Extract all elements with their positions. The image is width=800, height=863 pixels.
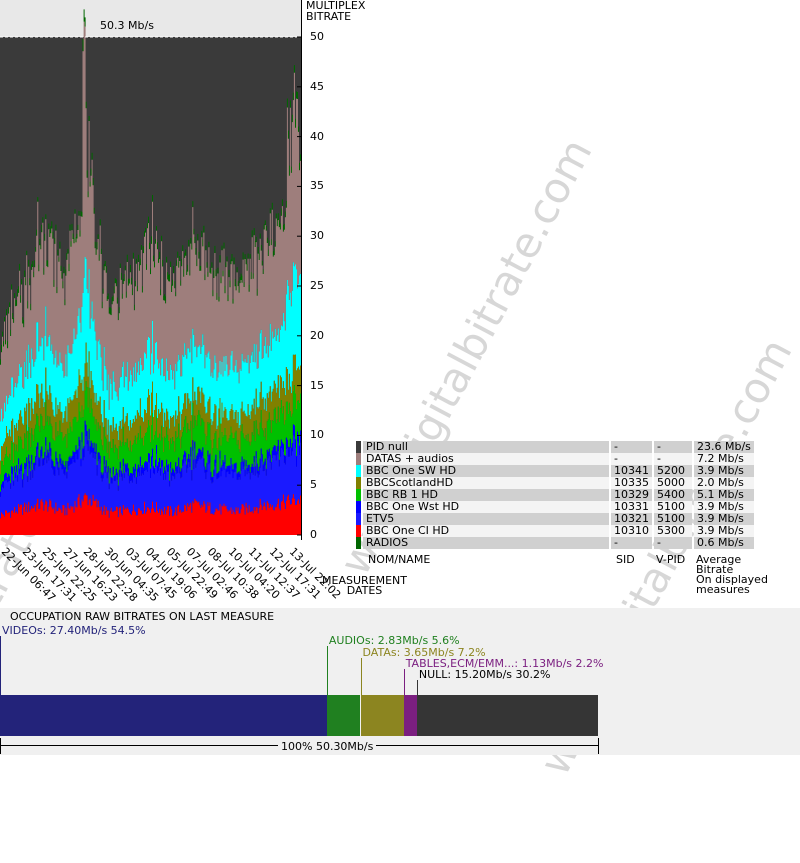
x-axis-title: MEASUREMENT DATES — [322, 575, 407, 597]
legend-swatch — [356, 477, 361, 489]
occupation-segment-datas — [360, 695, 404, 736]
y-axis-title: MULTIPLEX BITRATE — [306, 0, 365, 22]
occupation-segment-tables — [403, 695, 417, 736]
y-tick-label: 10 — [310, 428, 324, 442]
occupation-total-left-tick — [0, 738, 1, 754]
legend-header-vpid: V-PID — [656, 553, 686, 566]
occupation-segment-null — [416, 695, 598, 736]
legend-swatch — [356, 489, 361, 501]
occupation-total-right-tick — [598, 738, 599, 754]
legend-row: BBC One CI HD 10310 5300 3.9 Mb/s — [356, 525, 754, 537]
y-tick-label: 15 — [310, 378, 324, 392]
occupation-leader-null — [416, 680, 418, 695]
occupation-leader-audios — [326, 646, 328, 695]
occupation-leader-tables — [403, 669, 405, 695]
legend-swatch — [356, 465, 361, 477]
y-tick-label: 30 — [310, 229, 324, 243]
y-tick-label: 0 — [310, 528, 317, 541]
occupation-label-videos: VIDEOs: 27.40Mb/s 54.5% — [2, 624, 146, 637]
y-tick-label: 25 — [310, 279, 324, 292]
y-axis-title-line2: BITRATE — [306, 10, 352, 23]
legend-swatch — [356, 441, 361, 453]
bitrate-stacked-chart — [0, 0, 302, 540]
occupation-segment-audios — [326, 695, 361, 736]
legend-header-sid: SID — [616, 553, 635, 566]
legend-swatch — [356, 513, 361, 525]
legend-cell-sid: - — [611, 537, 652, 549]
legend-swatch — [356, 537, 361, 549]
legend-row: BBC One Wst HD 10331 5100 3.9 Mb/s — [356, 501, 754, 513]
legend-cell-bitrate: 0.6 Mb/s — [694, 537, 754, 549]
legend-cell-name: RADIOS — [363, 537, 609, 549]
legend-cell-vpid: - — [654, 537, 692, 549]
y-tick-label: 20 — [310, 328, 324, 342]
occupation-leader-videos — [0, 636, 1, 695]
occupation-title: OCCUPATION RAW BITRATES ON LAST MEASURE — [10, 610, 275, 623]
x-axis-title-line2: DATES — [346, 584, 383, 597]
occupation-label-null: NULL: 15.20Mb/s 30.2% — [418, 668, 551, 681]
occupation-segment-videos — [0, 695, 327, 736]
y-tick-label: 5 — [310, 478, 317, 492]
y-tick-label: 40 — [310, 129, 324, 143]
legend-swatch — [356, 453, 361, 465]
legend-row: RADIOS - -0.6 Mb/s — [356, 537, 754, 549]
occupation-total-label: 100% 50.30Mb/s — [278, 740, 377, 753]
legend-header-name: NOM/NAME — [368, 553, 431, 566]
occupation-leader-datas — [360, 658, 362, 695]
legend-swatch — [356, 501, 361, 513]
y-tick-label: 45 — [310, 79, 324, 93]
y-tick-label: 50 — [310, 30, 324, 43]
legend-header-bitrate: Average Bitrate On displayed measures — [696, 553, 768, 596]
legend-swatch — [356, 525, 361, 537]
legend-cell-name: BBC One Wst HD — [363, 501, 609, 513]
y-tick-label: 35 — [310, 179, 324, 193]
legend-table: PID null - -23.6 Mb/s DATAS + audios - -7.2 M… — [354, 441, 756, 549]
